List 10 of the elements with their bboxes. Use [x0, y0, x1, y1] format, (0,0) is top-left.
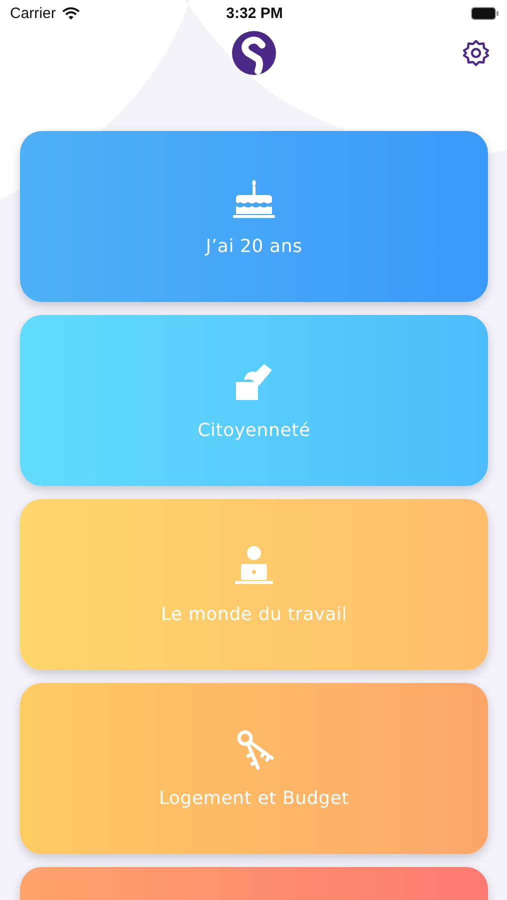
category-card[interactable]: J’ai 20 ans — [20, 131, 488, 302]
category-card[interactable]: Logement et Budget — [20, 683, 488, 854]
category-card[interactable]: Le monde du travail — [20, 499, 488, 670]
carrier-label: Carrier — [10, 5, 56, 22]
logo-icon — [232, 31, 276, 75]
status-time: 3:32 PM — [226, 5, 283, 22]
wifi-icon — [62, 7, 80, 20]
settings-icon[interactable] — [462, 39, 490, 67]
category-card[interactable]: Citoyenneté — [20, 315, 488, 486]
battery-icon — [471, 7, 499, 20]
